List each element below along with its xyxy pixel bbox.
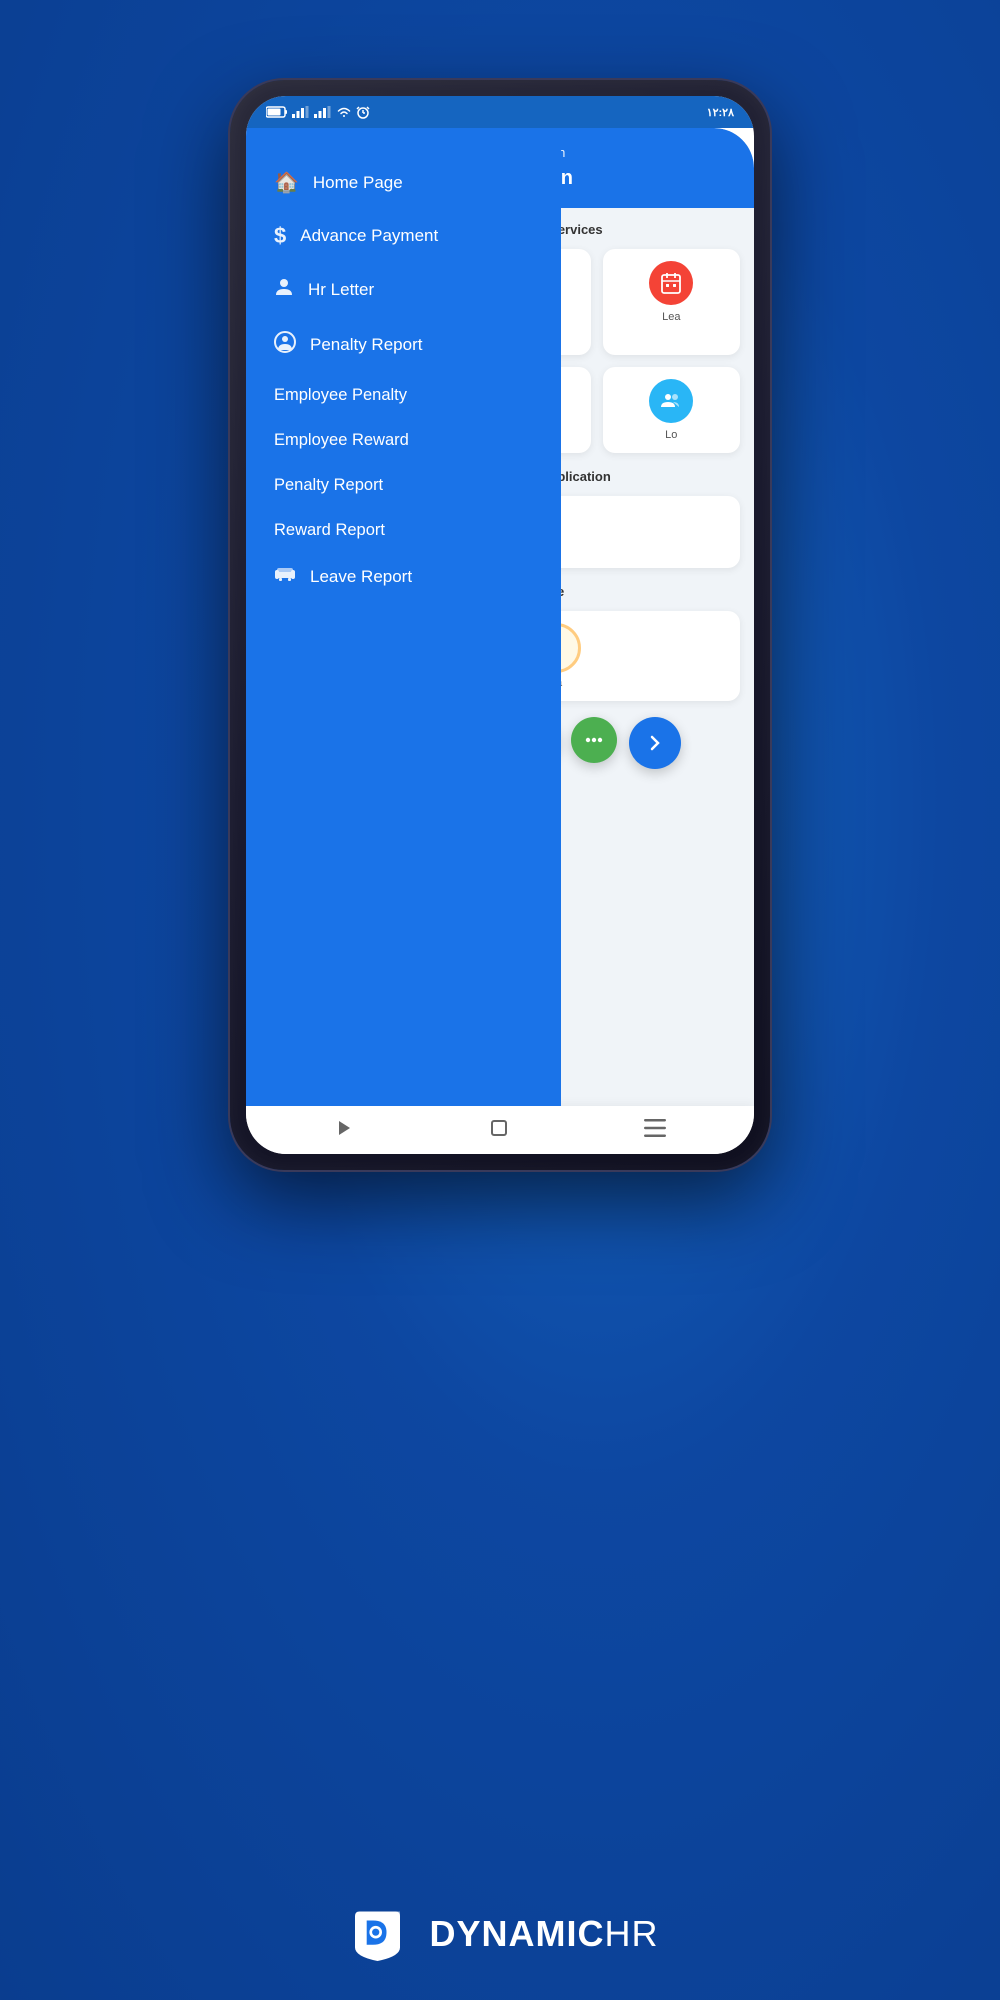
- sidebar-item-advance-payment[interactable]: $ Advance Payment: [246, 209, 561, 263]
- logo-text: DYNAMICHR: [430, 1913, 659, 1955]
- sidebar-item-employee-reward[interactable]: Employee Reward: [246, 418, 561, 463]
- menu-icon: [644, 1119, 666, 1137]
- phone-screen: ١٢:٢٨ 🏠 Home Page $ Advance Payment: [246, 96, 754, 1154]
- leave-icon-circle: [649, 261, 693, 305]
- home-icon: 🏠: [274, 170, 299, 195]
- logo-hr: HR: [605, 1913, 659, 1954]
- leave-icon: [659, 271, 683, 295]
- alarm-icon: [356, 105, 370, 119]
- back-button[interactable]: [334, 1118, 354, 1143]
- menu-button[interactable]: [644, 1119, 666, 1142]
- home-button[interactable]: [489, 1118, 509, 1143]
- account-circle-icon: [274, 331, 296, 359]
- sidebar-item-employee-penalty[interactable]: Employee Penalty: [246, 373, 561, 418]
- loans-icon-circle: [649, 379, 693, 423]
- phone-outer-shell: ١٢:٢٨ 🏠 Home Page $ Advance Payment: [230, 80, 770, 1170]
- sidebar-item-reward-report[interactable]: Reward Report: [246, 508, 561, 553]
- signal1-icon: [292, 106, 310, 118]
- sofa-icon: [274, 566, 296, 587]
- status-time: ١٢:٢٨: [707, 106, 734, 119]
- logo-section: DYNAMICHR: [342, 1898, 659, 1970]
- wifi-icon: [336, 106, 352, 118]
- nav-drawer: 🏠 Home Page $ Advance Payment Hr Letter: [246, 128, 561, 1106]
- chevron-right-icon: [645, 733, 665, 753]
- status-bar-left: [266, 105, 370, 119]
- sidebar-item-penalty-report-main[interactable]: Penalty Report: [246, 317, 561, 373]
- logo-dynamic: DYNAMIC: [430, 1913, 605, 1954]
- next-fab-button[interactable]: [629, 717, 681, 769]
- sidebar-item-employee-reward-label: Employee Reward: [274, 431, 409, 449]
- service-leave[interactable]: Lea: [603, 249, 740, 355]
- sidebar-item-advance-label: Advance Payment: [300, 226, 438, 246]
- dynamichr-logo-icon: [342, 1898, 414, 1970]
- loans-icon: [659, 389, 683, 413]
- signal2-icon: [314, 106, 332, 118]
- person-icon: [274, 277, 294, 303]
- sidebar-item-hr-letter[interactable]: Hr Letter: [246, 263, 561, 317]
- sidebar-item-leave-report-label: Leave Report: [310, 567, 412, 587]
- more-icon: [584, 730, 604, 750]
- sidebar-item-hr-label: Hr Letter: [308, 280, 374, 300]
- sidebar-item-penalty-report[interactable]: Penalty Report: [246, 463, 561, 508]
- sidebar-item-employee-penalty-label: Employee Penalty: [274, 386, 407, 404]
- battery-icon: [266, 106, 288, 118]
- sidebar-item-home-label: Home Page: [313, 173, 403, 193]
- leave-label: Lea: [662, 311, 680, 323]
- more-fab-button[interactable]: [571, 717, 617, 763]
- sidebar-item-reward-report-label: Reward Report: [274, 521, 385, 539]
- square-icon: [489, 1118, 509, 1138]
- status-bar: ١٢:٢٨: [246, 96, 754, 128]
- dollar-icon: $: [274, 223, 286, 249]
- sidebar-item-penalty-report-label: Penalty Report: [274, 476, 383, 494]
- phone-mockup: ١٢:٢٨ 🏠 Home Page $ Advance Payment: [230, 80, 770, 1170]
- sidebar-item-penalty-label: Penalty Report: [310, 335, 422, 355]
- sidebar-item-home[interactable]: 🏠 Home Page: [246, 156, 561, 209]
- bottom-nav: [246, 1106, 754, 1154]
- play-icon: [334, 1118, 354, 1138]
- service-loans[interactable]: Lo: [603, 367, 740, 453]
- loans-label: Lo: [665, 429, 677, 441]
- sidebar-item-leave-report[interactable]: Leave Report: [246, 553, 561, 600]
